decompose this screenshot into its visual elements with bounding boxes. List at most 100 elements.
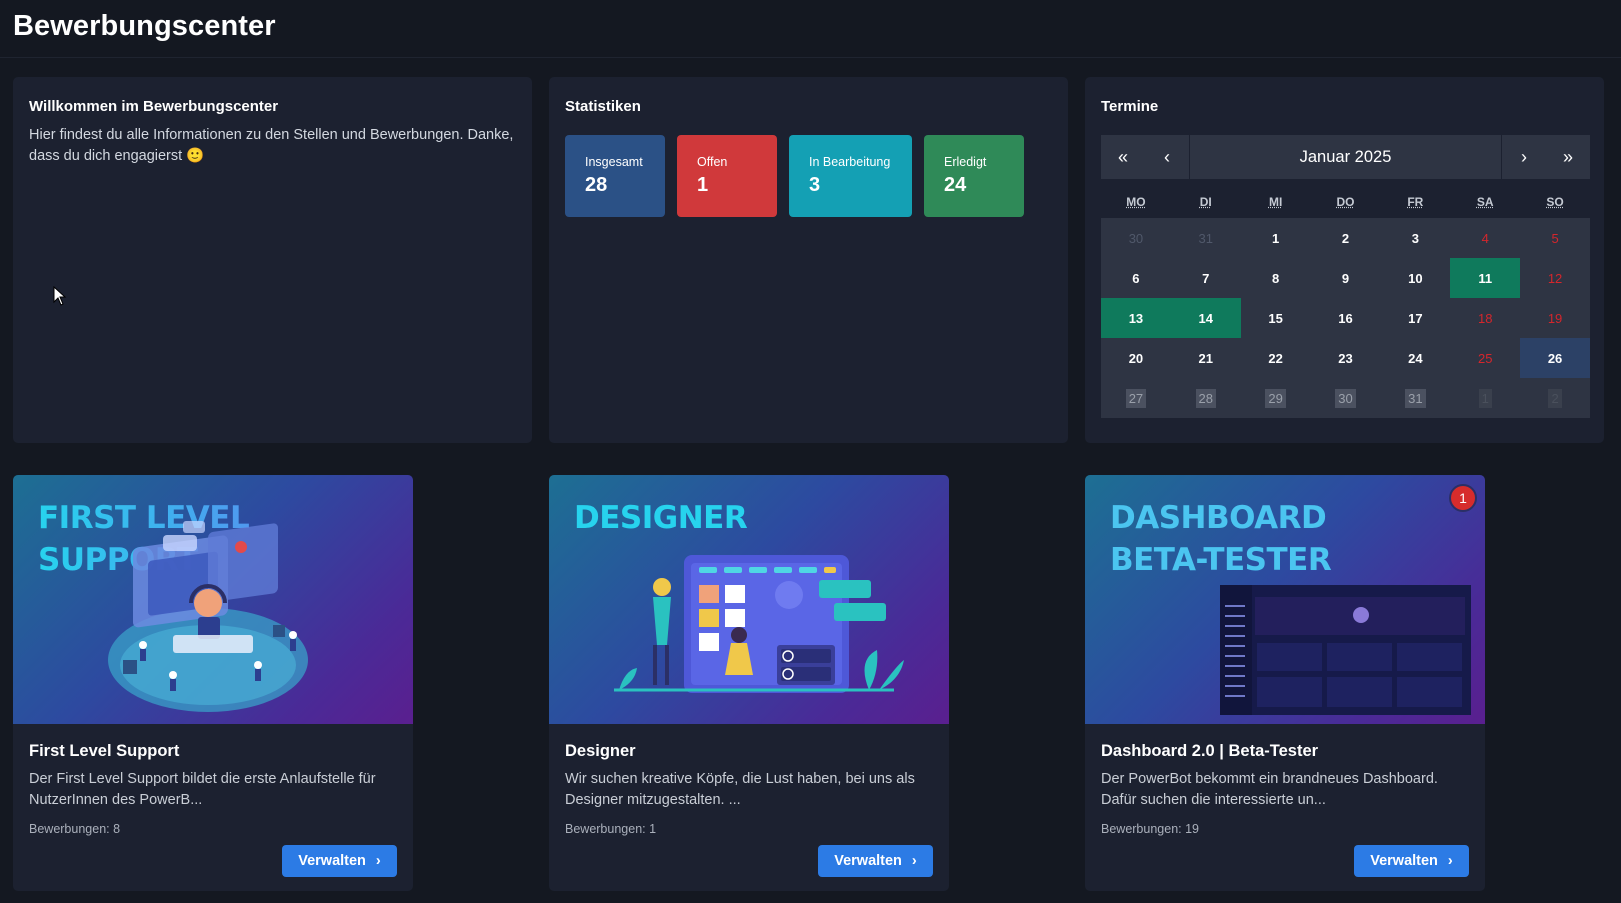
calendar-day[interactable]: 25 xyxy=(1450,338,1521,378)
stat-label: In Bearbeitung xyxy=(809,155,891,169)
calendar-day[interactable]: 23 xyxy=(1310,338,1381,378)
designer-illustration xyxy=(614,555,904,693)
position-title: Dashboard 2.0 | Beta-Tester xyxy=(1101,742,1319,760)
calendar-day[interactable]: 16 xyxy=(1310,298,1381,338)
appointments-panel: Termine « ‹ Januar 2025 › » MO DI MI DO … xyxy=(1085,77,1604,443)
position-description: Der First Level Support bildet die erste… xyxy=(29,771,376,808)
stat-total: Insgesamt 28 xyxy=(565,135,665,217)
calendar-day[interactable]: 9 xyxy=(1310,258,1381,298)
statistics-title: Statistiken xyxy=(565,98,641,115)
weekday-label: DI xyxy=(1199,195,1212,209)
calendar-day[interactable]: 18 xyxy=(1450,298,1521,338)
calendar-day[interactable]: 17 xyxy=(1380,298,1451,338)
stat-value: 28 xyxy=(585,174,608,196)
manage-button[interactable]: Verwalten › xyxy=(282,845,397,877)
calendar-day[interactable]: 15 xyxy=(1240,298,1311,338)
calendar-day-number: 2 xyxy=(1548,388,1562,408)
calendar-day-number: 28 xyxy=(1195,388,1216,408)
calendar-day[interactable]: 2 xyxy=(1310,218,1381,258)
calendar-day[interactable]: 20 xyxy=(1101,338,1171,378)
weekday-label: FR xyxy=(1407,195,1424,209)
support-illustration xyxy=(108,521,308,712)
prev-month-button[interactable]: ‹ xyxy=(1145,135,1189,179)
calendar-day[interactable]: 12 xyxy=(1520,258,1590,298)
top-bar: Bewerbungscenter xyxy=(0,0,1621,58)
next-year-button[interactable]: » xyxy=(1546,135,1590,179)
manage-button[interactable]: Verwalten › xyxy=(818,845,933,877)
manage-button-label: Verwalten xyxy=(834,853,902,869)
calendar-day[interactable]: 13 xyxy=(1101,298,1171,338)
position-card-designer: DESIGNER Designer Wir suchen kreative Kö… xyxy=(549,475,949,891)
stat-value: 3 xyxy=(809,174,821,196)
calendar-day[interactable]: 30 xyxy=(1310,378,1381,418)
calendar-day[interactable]: 14 xyxy=(1170,298,1241,338)
calendar-day[interactable]: 3 xyxy=(1380,218,1451,258)
calendar: « ‹ Januar 2025 › » MO DI MI DO FR SA SO… xyxy=(1101,135,1590,418)
calendar-day[interactable]: 24 xyxy=(1380,338,1451,378)
calendar-day[interactable]: 11 xyxy=(1450,258,1521,298)
position-description: Wir suchen kreative Köpfe, die Lust habe… xyxy=(565,771,915,808)
applications-count: Bewerbungen: 8 xyxy=(29,822,121,836)
chevron-right-icon: › xyxy=(1447,853,1453,869)
calendar-day[interactable]: 10 xyxy=(1380,258,1451,298)
appointments-title: Termine xyxy=(1101,98,1159,115)
mouse-cursor-icon xyxy=(53,286,67,306)
manage-button-label: Verwalten xyxy=(1370,853,1438,869)
calendar-day[interactable]: 30 xyxy=(1101,218,1171,258)
calendar-day[interactable]: 8 xyxy=(1240,258,1311,298)
calendar-day[interactable]: 19 xyxy=(1520,298,1590,338)
calendar-day[interactable]: 1 xyxy=(1450,378,1521,418)
calendar-day[interactable]: 2 xyxy=(1520,378,1590,418)
calendar-day[interactable]: 26 xyxy=(1520,338,1590,378)
position-card-dashboard-beta-tester: DASHBOARD BETA-TESTER 1 Dashboard 2.0 | … xyxy=(1085,475,1485,891)
applications-count: Bewerbungen: 19 xyxy=(1101,822,1199,836)
calendar-day-number: 1 xyxy=(1478,388,1492,408)
calendar-day[interactable]: 7 xyxy=(1170,258,1241,298)
calendar-day[interactable]: 6 xyxy=(1101,258,1171,298)
weekday-label: MI xyxy=(1268,195,1283,209)
calendar-day-number: 27 xyxy=(1125,388,1147,408)
position-body: Designer Wir suchen kreative Köpfe, die … xyxy=(549,724,949,836)
prev-year-button[interactable]: « xyxy=(1101,135,1145,179)
calendar-month-label[interactable]: Januar 2025 xyxy=(1190,135,1501,179)
calendar-day[interactable]: 22 xyxy=(1240,338,1311,378)
position-body: Dashboard 2.0 | Beta-Tester Der PowerBot… xyxy=(1085,724,1485,836)
calendar-day[interactable]: 28 xyxy=(1170,378,1241,418)
stat-value: 24 xyxy=(944,174,967,196)
position-description: Der PowerBot bekommt ein brandneues Dash… xyxy=(1101,771,1438,808)
calendar-day[interactable]: 31 xyxy=(1380,378,1451,418)
calendar-day[interactable]: 4 xyxy=(1450,218,1521,258)
manage-button-label: Verwalten xyxy=(298,853,366,869)
calendar-day[interactable]: 5 xyxy=(1520,218,1590,258)
position-body: First Level Support Der First Level Supp… xyxy=(13,724,413,836)
welcome-text: Hier findest du alle Informationen zu de… xyxy=(29,127,514,164)
stat-label: Offen xyxy=(697,155,728,169)
chevron-right-icon: › xyxy=(375,853,381,869)
weekday-label: DO xyxy=(1336,195,1355,209)
calendar-day[interactable]: 31 xyxy=(1170,218,1241,258)
calendar-day[interactable]: 29 xyxy=(1240,378,1311,418)
calendar-day[interactable]: 27 xyxy=(1101,378,1171,418)
weekday-label: MO xyxy=(1126,195,1146,209)
dashboard-illustration xyxy=(1220,585,1471,715)
welcome-panel: Willkommen im Bewerbungscenter Hier find… xyxy=(13,77,532,443)
calendar-day[interactable]: 21 xyxy=(1170,338,1241,378)
weekday-label: SO xyxy=(1546,195,1564,209)
applications-count: Bewerbungen: 1 xyxy=(565,822,657,836)
position-image: FIRST LEVEL SUPPORT xyxy=(13,475,413,724)
position-image: DESIGNER xyxy=(549,475,949,724)
statistics-panel: Statistiken Insgesamt 28 Offen 1 In Bear… xyxy=(549,77,1068,443)
stat-open: Offen 1 xyxy=(677,135,777,217)
position-image: DASHBOARD BETA-TESTER 1 xyxy=(1085,475,1485,724)
welcome-title: Willkommen im Bewerbungscenter xyxy=(29,98,279,115)
calendar-day-number: 31 xyxy=(1405,388,1426,408)
position-title: Designer xyxy=(565,742,636,760)
position-card-first-level-support: FIRST LEVEL SUPPORT First Level Support … xyxy=(13,475,413,891)
calendar-day[interactable]: 1 xyxy=(1240,218,1311,258)
calendar-header: « ‹ Januar 2025 › » xyxy=(1101,135,1590,179)
stat-done: Erledigt 24 xyxy=(924,135,1024,217)
next-month-button[interactable]: › xyxy=(1502,135,1546,179)
stat-label: Erledigt xyxy=(944,155,987,169)
manage-button[interactable]: Verwalten › xyxy=(1354,845,1469,877)
stat-value: 1 xyxy=(697,174,709,196)
